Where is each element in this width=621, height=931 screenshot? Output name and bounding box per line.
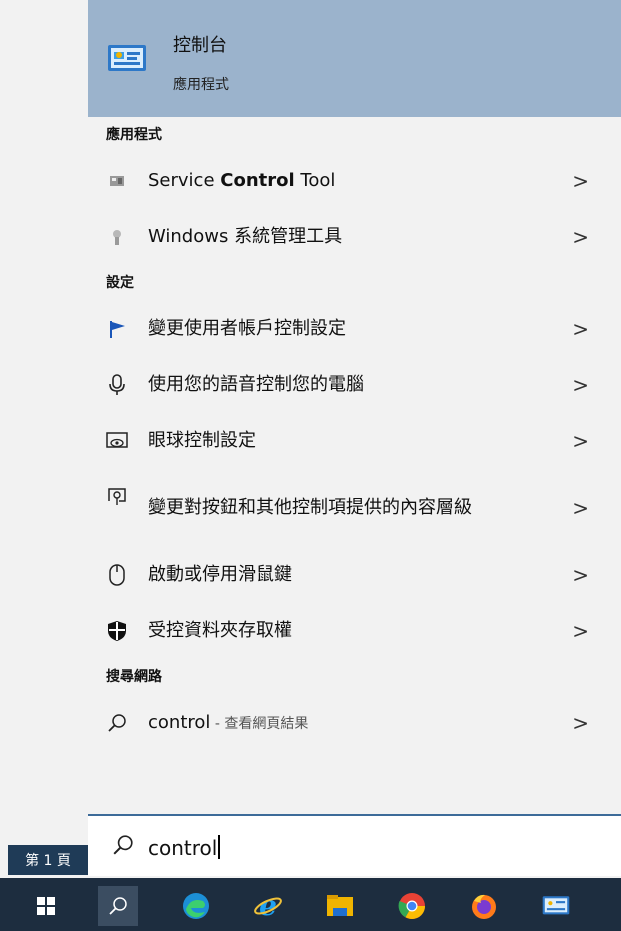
result-mouse-keys[interactable]: 啟動或停用滑鼠鍵 > [88,547,621,603]
chevron-right-icon[interactable]: > [572,373,589,397]
chevron-right-icon[interactable]: > [572,496,589,520]
firefox-icon[interactable] [464,886,504,926]
section-apps-header: 應用程式 [106,127,162,143]
result-web-search[interactable]: control - 查看網頁結果 > [88,695,621,751]
result-label: 變更使用者帳戶控制設定 [148,318,346,340]
chevron-right-icon[interactable]: > [572,711,589,735]
search-input[interactable]: control [88,814,621,876]
service-control-tool-icon [106,170,128,192]
mouse-icon [106,564,128,586]
chevron-right-icon[interactable]: > [572,317,589,341]
result-windows-admin-tools[interactable]: Windows 系統管理工具 > [88,209,621,265]
label-prefix: Service [148,170,221,192]
search-icon [113,835,133,855]
result-label: control - 查看網頁結果 [148,710,551,735]
taskbar: e [0,878,621,931]
search-input-value: control [148,835,221,860]
result-controlled-folder-access[interactable]: 受控資料夾存取權 > [88,603,621,659]
web-suffix: - 查看網頁結果 [210,716,309,733]
internet-explorer-icon[interactable]: e [248,886,288,926]
text-caret [218,835,221,859]
search-icon[interactable] [98,886,138,926]
search-icon [106,712,128,734]
eye-control-icon [106,430,128,452]
microphone-icon [106,374,128,396]
svg-text:e: e [259,891,277,921]
chevron-right-icon[interactable]: > [572,563,589,587]
windows-admin-tools-icon [106,226,128,248]
web-query: control [148,712,211,734]
chevron-right-icon[interactable]: > [572,169,589,193]
search-results-panel: 控制台 應用程式 應用程式 Service Control Tool > Win… [88,0,621,806]
shield-icon [106,620,128,642]
result-label: Service Control Tool [148,168,551,193]
touch-icon [106,485,128,507]
edge-icon[interactable] [176,886,216,926]
result-voice-control[interactable]: 使用您的語音控制您的電腦 > [88,357,621,413]
page-badge: 第 1 頁 [8,845,88,875]
chevron-right-icon[interactable]: > [572,429,589,453]
result-label: Windows 系統管理工具 [148,226,343,248]
section-settings-header: 設定 [106,275,134,291]
result-label: 眼球控制設定 [148,430,256,452]
windows-start-icon[interactable] [26,886,66,926]
file-explorer-icon[interactable] [320,886,360,926]
best-match-title: 控制台 [173,35,227,56]
search-text: control [148,836,218,860]
flag-icon [106,318,128,340]
result-label: 變更對按鈕和其他控制項提供的內容層級 [148,497,472,519]
control-panel-icon [108,45,146,71]
control-panel-icon[interactable] [536,886,576,926]
result-eye-control[interactable]: 眼球控制設定 > [88,413,621,469]
chevron-right-icon[interactable]: > [572,225,589,249]
section-web-header: 搜尋網路 [106,669,162,685]
chrome-icon[interactable] [392,886,432,926]
left-rail [0,0,88,878]
label-suffix: Tool [294,170,336,192]
result-label: 受控資料夾存取權 [148,620,292,642]
result-content-level[interactable]: 變更對按鈕和其他控制項提供的內容層級 > [88,469,621,547]
result-label: 啟動或停用滑鼠鍵 [148,564,292,586]
best-match-subtitle: 應用程式 [173,77,229,93]
result-label: 使用您的語音控制您的電腦 [148,374,364,396]
chevron-right-icon[interactable]: > [572,619,589,643]
result-service-control-tool[interactable]: Service Control Tool > [88,153,621,209]
result-uac-settings[interactable]: 變更使用者帳戶控制設定 > [88,301,621,357]
label-match: Control [220,170,295,192]
best-match-control-panel[interactable]: 控制台 應用程式 [88,0,621,117]
